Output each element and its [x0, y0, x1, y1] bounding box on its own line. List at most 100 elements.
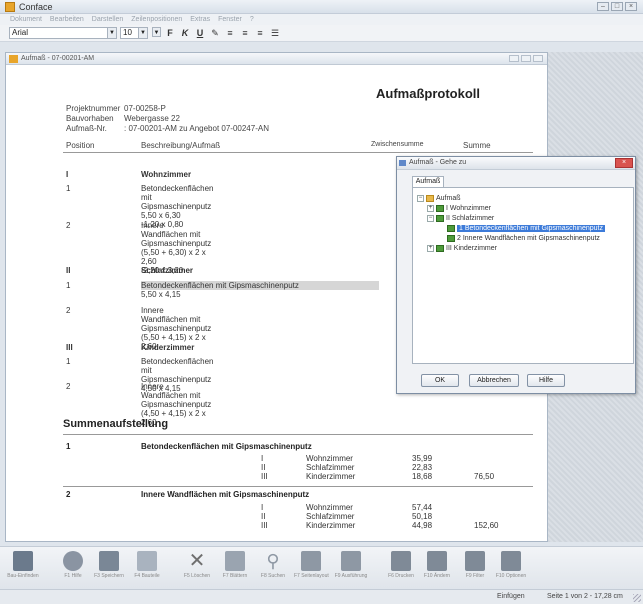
- align-left-icon[interactable]: ≡: [224, 27, 236, 39]
- goto-dialog: Aufmaß - Gehe zu × Aufmaß − Aufmaß + I W…: [396, 156, 636, 394]
- folder-icon: [426, 195, 434, 202]
- align-right-icon[interactable]: ≡: [254, 27, 266, 39]
- options-button[interactable]: F10 Optionen: [494, 551, 528, 587]
- summary-group-title: Innere Wandflächen mit Gipsmaschinenputz: [141, 490, 310, 499]
- underline-icon[interactable]: U: [194, 27, 206, 39]
- position-number: 2: [66, 382, 71, 391]
- document-window-titlebar: Aufmaß - 07-00201-AM: [6, 53, 547, 65]
- expand-icon[interactable]: +: [427, 205, 434, 212]
- bold-icon[interactable]: F: [164, 27, 176, 39]
- summary-divider: [63, 486, 533, 487]
- resize-grip-icon[interactable]: [633, 594, 641, 602]
- meta-row: Projektnummer 07-00258-P: [66, 104, 269, 114]
- status-page: Seite 1 von 2 - 17,28 cm: [547, 593, 623, 600]
- tree-node-kinderzimmer[interactable]: + III Kinderzimmer: [427, 244, 497, 253]
- menu-item-darstellen[interactable]: Darstellen: [92, 16, 124, 23]
- tree-node-position[interactable]: 2 Innere Wandflächen mit Gipsmaschinenpu…: [447, 234, 600, 243]
- title-bar: Conface – □ ×: [0, 0, 643, 14]
- cancel-button[interactable]: Abbrechen: [469, 374, 519, 387]
- font-size-select[interactable]: 10 ▼: [120, 27, 148, 39]
- toolbar-label: F5 Löschen: [183, 573, 211, 579]
- page-icon: [225, 551, 245, 571]
- section-title: Kinderzimmer: [141, 343, 195, 352]
- position-number: 1: [66, 281, 71, 290]
- section-number: II: [66, 266, 71, 275]
- column-subtotal: Zwischensumme: [371, 141, 424, 148]
- align-center-icon[interactable]: ≡: [239, 27, 251, 39]
- execute-button[interactable]: F9 Ausführung: [334, 551, 368, 587]
- tree-node-root[interactable]: − Aufmaß: [417, 194, 461, 203]
- meta-row: Bauvorhaben Webergasse 22: [66, 114, 269, 124]
- toolbar-label: F9 Ausführung: [334, 573, 368, 579]
- menu-item-fenster[interactable]: Fenster: [218, 16, 242, 23]
- color-dropdown[interactable]: ▼: [151, 27, 161, 39]
- modify-button[interactable]: F10 Ändern: [420, 551, 454, 587]
- menu-item-extras[interactable]: Extras: [190, 16, 210, 23]
- collapse-icon[interactable]: −: [427, 215, 434, 222]
- delete-button[interactable]: ✕ F5 Löschen: [180, 551, 214, 587]
- tab-aufmass[interactable]: Aufmaß: [412, 176, 444, 187]
- close-icon[interactable]: [533, 55, 543, 62]
- tree-node-selected-position[interactable]: 1 Betondeckenflächen mit Gipsmaschinenpu…: [447, 224, 605, 233]
- summary-group-number: 1: [66, 442, 71, 451]
- browse-button[interactable]: F7 Blättern: [218, 551, 252, 587]
- components-button[interactable]: F4 Bauteile: [130, 551, 164, 587]
- meta-value: 07-00258-P: [124, 104, 166, 113]
- layout-icon: [301, 551, 321, 571]
- position-text: Betondeckenflächen mit Gipsmaschinenputz…: [141, 281, 379, 299]
- document-window-controls: [509, 55, 543, 62]
- summary-room: Schlafzimmer: [306, 512, 355, 521]
- collapse-icon[interactable]: −: [417, 195, 424, 202]
- layout-button[interactable]: F7 Seitenlayout: [294, 551, 329, 587]
- tree-node-label: Aufmaß: [436, 195, 461, 202]
- close-icon[interactable]: ×: [615, 158, 633, 168]
- minimize-icon[interactable]: [509, 55, 519, 62]
- maximize-icon[interactable]: □: [611, 2, 623, 11]
- menu-item-help[interactable]: ?: [250, 16, 254, 23]
- close-icon[interactable]: ×: [625, 2, 637, 11]
- format-painter-icon[interactable]: ✎: [209, 27, 221, 39]
- font-select[interactable]: Arial ▼: [9, 27, 117, 39]
- tree-node-schlafzimmer[interactable]: − II Schlafzimmer: [427, 214, 494, 223]
- expand-icon[interactable]: +: [427, 245, 434, 252]
- menu-item-dokument[interactable]: Dokument: [10, 16, 42, 23]
- help-icon: [63, 551, 83, 571]
- summary-total: 152,60: [474, 521, 499, 530]
- search-button[interactable]: ⚲ F8 Suchen: [256, 551, 290, 587]
- position-line: 5,50 x 6,30: [141, 211, 181, 220]
- function-toolbar: Bau-Einfinden F1 Hilfe F3 Speichern F4 B…: [0, 546, 643, 588]
- maximize-icon[interactable]: [521, 55, 531, 62]
- print-icon: [391, 551, 411, 571]
- help-button[interactable]: Hilfe: [527, 374, 565, 387]
- chevron-down-icon: ▼: [138, 28, 147, 38]
- print-button[interactable]: F6 Drucken: [384, 551, 418, 587]
- options-icon: [501, 551, 521, 571]
- help-toolbar-button[interactable]: F1 Hilfe: [56, 551, 90, 587]
- position-line: Innere Wandflächen mit Gipsmaschinenputz: [141, 306, 212, 333]
- position-icon: [447, 235, 455, 242]
- section-title: Schlafzimmer: [141, 266, 194, 275]
- document-icon: [9, 54, 18, 63]
- position-line: 5,50 x 4,15: [141, 290, 181, 299]
- filter-button[interactable]: F9 Filter: [458, 551, 492, 587]
- minimize-icon[interactable]: –: [597, 2, 609, 11]
- open-button[interactable]: Bau-Einfinden: [6, 551, 40, 587]
- tree-node-wohnzimmer[interactable]: + I Wohnzimmer: [427, 204, 491, 213]
- format-toolbar: Arial ▼ 10 ▼ ▼ F K U ✎ ≡ ≡ ≡ ☰: [0, 25, 643, 42]
- filter-icon: [465, 551, 485, 571]
- tree-node-label: 1 Betondeckenflächen mit Gipsmaschinenpu…: [457, 225, 605, 232]
- summary-value: 35,99: [412, 454, 433, 463]
- summary-value: 50,18: [412, 512, 433, 521]
- summary-room: Schlafzimmer: [306, 463, 355, 472]
- menu-item-bearbeiten[interactable]: Bearbeiten: [50, 16, 84, 23]
- save-button[interactable]: F3 Speichern: [92, 551, 126, 587]
- ok-button[interactable]: OK: [421, 374, 459, 387]
- window-controls: – □ ×: [597, 2, 637, 11]
- app-logo-icon: [5, 1, 15, 12]
- toolbar-label: F9 Filter: [465, 573, 485, 579]
- italic-icon[interactable]: K: [179, 27, 191, 39]
- tree-node-label: III Kinderzimmer: [446, 245, 497, 252]
- menu-item-zeilenpositionen[interactable]: Zeilenpositionen: [131, 16, 182, 23]
- toolbar-label: F7 Blättern: [222, 573, 248, 579]
- bullet-list-icon[interactable]: ☰: [269, 27, 281, 39]
